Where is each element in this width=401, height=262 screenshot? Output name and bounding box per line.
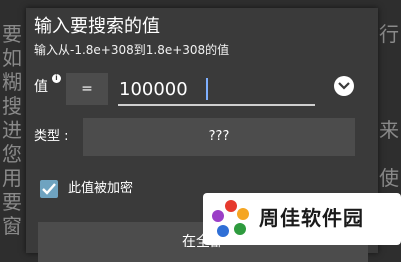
background-left-column: 要 如 糊 搜 进 您 用 要 窗: [2, 22, 24, 238]
pinwheel-logo-icon: [212, 200, 249, 237]
operator-button[interactable]: =: [66, 73, 108, 105]
bg-char: 窗: [2, 214, 22, 238]
encrypted-checkbox[interactable]: [40, 180, 58, 198]
site-watermark: 周佳软件园: [203, 193, 401, 245]
bg-char: 搜: [2, 94, 22, 118]
info-icon[interactable]: i: [52, 74, 61, 83]
watermark-text: 周佳软件园: [259, 206, 364, 230]
type-label: 类型 :: [34, 129, 69, 144]
type-select-button[interactable]: ???: [83, 118, 355, 156]
bg-char: [377, 70, 399, 94]
bg-char: 行: [379, 22, 399, 46]
value-label: 值: [34, 79, 48, 95]
dialog-title: 输入要搜索的值: [34, 16, 160, 37]
bg-char: 您: [2, 142, 22, 166]
bg-char: 用: [2, 166, 22, 190]
background-right-column: 行 来 使: [377, 22, 399, 190]
bg-char: 进: [2, 118, 22, 142]
value-input[interactable]: [118, 74, 315, 106]
bg-char: 糊: [2, 70, 22, 94]
bg-char: 来: [379, 118, 399, 142]
chevron-down-icon[interactable]: [334, 76, 354, 96]
bg-char: 要: [2, 190, 22, 214]
bg-char: [377, 142, 399, 166]
encrypted-checkbox-label[interactable]: 此值被加密: [68, 180, 133, 198]
bg-char: 使: [379, 166, 399, 190]
dialog-subtitle: 输入从-1.8e+308到1.8e+308的值: [34, 43, 230, 57]
text-caret: [206, 78, 208, 100]
bg-char: 如: [2, 46, 22, 70]
bg-char: [377, 46, 399, 70]
bg-char: 要: [2, 22, 22, 46]
check-icon: [42, 183, 56, 195]
bg-char: [377, 94, 399, 118]
